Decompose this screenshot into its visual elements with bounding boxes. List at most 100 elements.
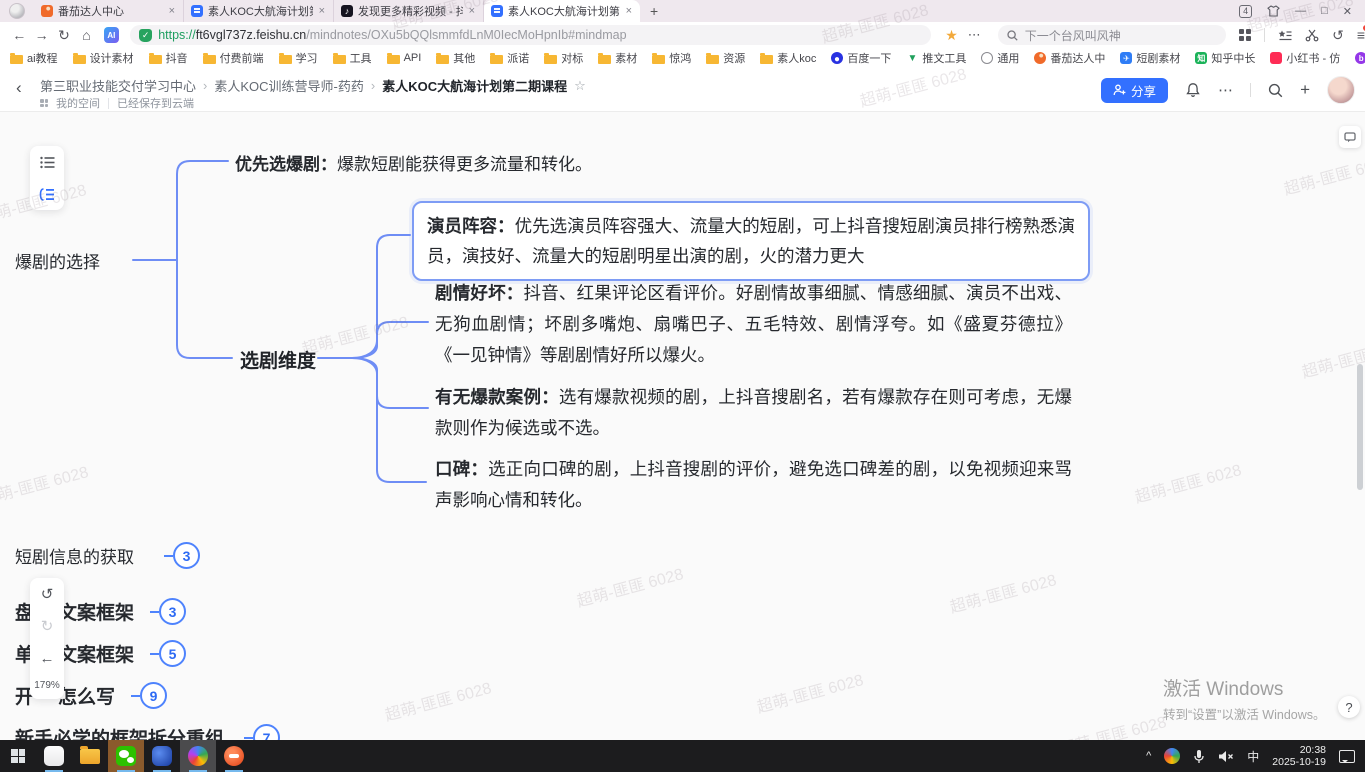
tab-douyin-search[interactable]: ♪ 发现更多精彩视频 - 抖音搜索 ×: [334, 0, 484, 22]
mindmap-root-node[interactable]: 爆剧的选择: [15, 248, 100, 273]
favorite-doc-star-icon[interactable]: ☆: [574, 78, 586, 94]
tab-tomato-center[interactable]: 番茄达人中心 ×: [34, 0, 184, 22]
user-avatar[interactable]: [1327, 76, 1355, 104]
tray-browser-icon[interactable]: [1164, 748, 1180, 764]
tab-close-icon[interactable]: ×: [168, 5, 176, 17]
bookmark-folder[interactable]: 惊鸿: [652, 50, 691, 66]
tab-close-icon[interactable]: ×: [318, 5, 326, 17]
mindmap-view-button[interactable]: [30, 178, 64, 210]
ime-indicator[interactable]: 中: [1247, 748, 1259, 765]
child-count-badge[interactable]: 3: [173, 542, 200, 569]
home-icon[interactable]: ⌂: [75, 27, 97, 43]
breadcrumb-item[interactable]: 第三职业技能交付学习中心: [40, 76, 196, 95]
mindmap-node-reputation[interactable]: 口碑：选正向口碑的剧，上抖音搜剧的评价，避免选口碑差的剧，以免视频迎来骂声影响心…: [435, 454, 1072, 516]
action-center-icon[interactable]: [1339, 750, 1355, 763]
bookmark-star-icon[interactable]: ★: [945, 27, 958, 44]
bookmark-folder[interactable]: API: [387, 52, 422, 64]
maximize-button[interactable]: □: [1321, 5, 1328, 17]
bookmark-folder[interactable]: ai教程: [10, 50, 58, 66]
ai-assistant-icon[interactable]: AI: [104, 27, 120, 43]
taskbar-app-wechat[interactable]: [108, 740, 144, 772]
bookmark-folder[interactable]: 学习: [279, 50, 318, 66]
tab-count-badge[interactable]: 4: [1239, 5, 1252, 18]
bookmark-folder[interactable]: 素人koc: [760, 50, 816, 66]
reload-icon[interactable]: ↻: [53, 27, 75, 44]
help-button[interactable]: ?: [1338, 696, 1360, 718]
bookmark-folder[interactable]: 设计素材: [73, 50, 134, 66]
browser-profile-avatar[interactable]: [9, 3, 25, 19]
bookmark-folder[interactable]: 工具: [333, 50, 372, 66]
notification-bell-icon[interactable]: [1185, 82, 1201, 98]
bookmark-folder[interactable]: 抖音: [149, 50, 188, 66]
bookmark-link[interactable]: b未命名文件: [1355, 50, 1365, 66]
taskbar-app-browser[interactable]: [180, 740, 216, 772]
workspace-label[interactable]: 我的空间: [56, 95, 100, 111]
mindmap-node-plot[interactable]: 剧情好坏：抖音、红果评论区看评价。好剧情故事细腻、情感细腻、演员不出戏、无狗血剧…: [435, 278, 1072, 371]
bookmark-folder[interactable]: 素材: [598, 50, 637, 66]
share-button[interactable]: 分享: [1101, 78, 1168, 103]
history-icon[interactable]: ↺: [1332, 27, 1344, 44]
doc-search-icon[interactable]: [1268, 83, 1283, 98]
volume-muted-icon[interactable]: [1218, 750, 1234, 763]
bookmark-link[interactable]: 知知乎中长: [1195, 50, 1255, 66]
start-button[interactable]: [0, 740, 36, 772]
child-count-badge[interactable]: 9: [140, 682, 167, 709]
tab-koc-doc-1[interactable]: 素人KOC大航海计划第二期课 ×: [184, 0, 334, 22]
mindmap-node-cast-selected[interactable]: 演员阵容：优先选演员阵容强大、流量大的短剧，可上抖音搜短剧演员排行榜熟悉演员，演…: [412, 201, 1090, 281]
forward-icon[interactable]: →: [30, 27, 52, 43]
bookmark-folder[interactable]: 资源: [706, 50, 745, 66]
address-bar[interactable]: ✓ https://ft6vgl737z.feishu.cn/mindnotes…: [130, 25, 931, 45]
child-count-badge[interactable]: 7: [253, 724, 280, 740]
bookmark-link[interactable]: ▼推文工具: [906, 50, 966, 66]
main-menu-icon[interactable]: ≡: [1357, 27, 1365, 43]
zoom-level[interactable]: 179%: [34, 674, 60, 699]
mindmap-node-dimension[interactable]: 选剧维度: [240, 346, 316, 373]
bookmark-link[interactable]: ✈短剧素材: [1120, 50, 1180, 66]
breadcrumb-item[interactable]: 素人KOC训练营导师-药药: [214, 76, 364, 95]
tray-expand-icon[interactable]: ^: [1146, 750, 1151, 762]
mindmap-collapsed-node[interactable]: 短剧信息的获取 3: [15, 542, 200, 569]
bookmark-link[interactable]: 小红书 - 仿: [1270, 50, 1340, 66]
bookmark-folder[interactable]: 派诺: [490, 50, 529, 66]
taskbar-app-blue[interactable]: [144, 740, 180, 772]
bookmark-folder[interactable]: 其他: [436, 50, 475, 66]
child-count-badge[interactable]: 3: [159, 598, 186, 625]
microphone-icon[interactable]: [1193, 749, 1205, 764]
taskbar-app-search[interactable]: [36, 740, 72, 772]
tab-koc-doc-active[interactable]: 素人KOC大航海计划第二期课 ×: [484, 0, 640, 22]
bookmark-baidu[interactable]: 百度一下: [831, 50, 891, 66]
taskbar-app-explorer[interactable]: [72, 740, 108, 772]
window-close-button[interactable]: ✕: [1343, 5, 1352, 18]
canvas-scrollbar[interactable]: [1357, 364, 1363, 490]
taskbar-app-red[interactable]: [216, 740, 252, 772]
mindmap-collapsed-node[interactable]: 新手必学的框架拆分重组 7: [15, 724, 280, 740]
tab-close-icon[interactable]: ×: [468, 5, 476, 17]
locate-root-icon[interactable]: ←: [30, 642, 64, 674]
mindmap-canvas[interactable]: 爆剧的选择 优先选爆剧：爆款短剧能获得更多流量和转化。 选剧维度 演员阵容：优先…: [0, 112, 1365, 740]
outline-list-button[interactable]: [30, 146, 64, 178]
bookmark-folder[interactable]: 付费前端: [203, 50, 264, 66]
screenshot-scissors-icon[interactable]: [1305, 29, 1319, 42]
favorites-list-icon[interactable]: [1278, 29, 1292, 42]
comment-panel-button[interactable]: [1339, 126, 1361, 148]
more-options-icon[interactable]: ⋯: [968, 27, 982, 43]
apps-grid-icon[interactable]: [1239, 29, 1251, 41]
bookmark-link[interactable]: 番茄达人中: [1034, 50, 1105, 66]
create-new-icon[interactable]: +: [1300, 80, 1310, 100]
minimize-button[interactable]: —: [1295, 5, 1306, 17]
undo-icon[interactable]: ↺: [30, 578, 64, 610]
doc-more-icon[interactable]: ⋯: [1218, 81, 1233, 99]
security-shield-icon[interactable]: ✓: [139, 29, 152, 42]
theme-skin-icon[interactable]: [1267, 5, 1280, 17]
mindmap-node-hit-case[interactable]: 有无爆款案例：选有爆款视频的剧，上抖音搜剧名，若有爆款存在则可考虑，无爆款则作为…: [435, 382, 1072, 444]
redo-icon[interactable]: ↻: [30, 610, 64, 642]
doc-back-chevron[interactable]: ‹: [16, 78, 22, 98]
back-icon[interactable]: ←: [8, 27, 30, 43]
tab-close-icon[interactable]: ×: [625, 5, 633, 17]
bookmark-folder[interactable]: 对标: [544, 50, 583, 66]
mindmap-node-priority[interactable]: 优先选爆剧：爆款短剧能获得更多流量和转化。: [235, 150, 592, 175]
bookmark-link[interactable]: 通用: [981, 50, 1019, 66]
child-count-badge[interactable]: 5: [159, 640, 186, 667]
new-tab-button[interactable]: +: [650, 3, 658, 19]
search-box[interactable]: 下一个台风叫风神: [998, 25, 1226, 45]
